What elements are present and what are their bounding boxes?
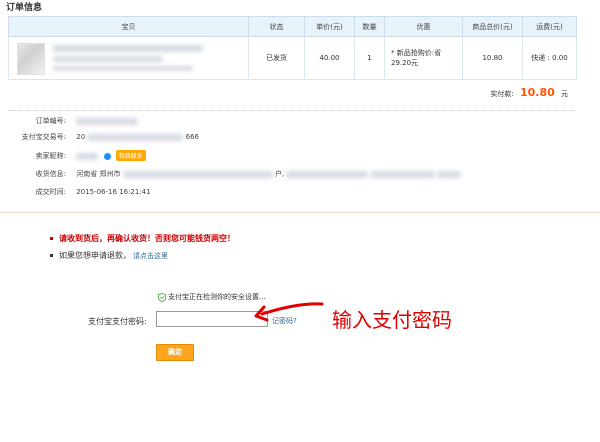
warning-text: 请收到货后，再确认收货！否则您可能钱货两空！ bbox=[59, 234, 235, 243]
col-header-status: 状态 bbox=[248, 16, 305, 37]
order-info: 订单编号: 支付宝交易号: 20 666 卖家昵称: 和我联系 收货信息: 河南… bbox=[8, 110, 576, 196]
shield-icon bbox=[158, 292, 166, 302]
col-header-shipping: 运费(元) bbox=[522, 16, 577, 37]
shipping-cell: 快递 : 0.00 bbox=[522, 36, 577, 80]
refund-link[interactable]: 请点击这里 bbox=[133, 252, 168, 260]
bullet-icon bbox=[50, 237, 53, 240]
alipay-number-row: 支付宝交易号: 20 666 bbox=[8, 132, 199, 142]
table-row: 已发货 40.00 1 * 新品抢购价:省 29.20元 10.80 快递 : … bbox=[8, 36, 577, 80]
col-header-item: 宝贝 bbox=[8, 16, 249, 37]
blurred-alipay-number bbox=[87, 133, 184, 141]
seller-label: 卖家昵称: bbox=[35, 152, 66, 160]
col-header-promo: 优惠 bbox=[384, 16, 463, 37]
password-label: 支付宝支付密码: bbox=[88, 317, 147, 326]
warning-message: 请收到货后，再确认收货！否则您可能钱货两空！ bbox=[50, 233, 235, 244]
security-check: 支付宝正在检测你的安全设置... bbox=[158, 292, 266, 302]
chat-icon[interactable] bbox=[104, 152, 112, 160]
paid-summary: 实付款: 10.80 元 bbox=[490, 86, 568, 99]
order-table: 宝贝 状态 单价(元) 数量 优惠 商品总价(元) 运费(元) 已发货 40.0… bbox=[8, 16, 577, 80]
promo-line-2: 29.20元 bbox=[391, 59, 419, 67]
table-header-row: 宝贝 状态 单价(元) 数量 优惠 商品总价(元) 运费(元) bbox=[8, 16, 577, 37]
blurred-product-spec bbox=[53, 66, 193, 71]
col-header-unit-price: 单价(元) bbox=[304, 16, 355, 37]
quantity-cell: 1 bbox=[354, 36, 385, 80]
seller-row: 卖家昵称: 和我联系 bbox=[8, 150, 146, 161]
confirm-button[interactable]: 确定 bbox=[156, 344, 194, 361]
col-header-total: 商品总价(元) bbox=[462, 16, 523, 37]
deal-time-label: 成交时间: bbox=[35, 188, 66, 196]
refund-notice: 如果您想申请退款， 请点击这里 bbox=[50, 250, 168, 261]
product-cell bbox=[8, 36, 249, 80]
blurred-name bbox=[286, 170, 369, 178]
blurred-order-number bbox=[76, 117, 139, 125]
blurred-product-title-2 bbox=[53, 56, 163, 62]
col-header-quantity: 数量 bbox=[354, 16, 385, 37]
alipay-number-suffix: 666 bbox=[185, 133, 199, 141]
section-divider bbox=[0, 212, 600, 213]
blurred-product-title[interactable] bbox=[53, 45, 203, 52]
status-cell: 已发货 bbox=[248, 36, 305, 80]
bullet-icon bbox=[50, 254, 53, 257]
deal-time-row: 成交时间: 2015-06-16 16:21:41 bbox=[8, 187, 151, 197]
address-city: 郑州市 bbox=[99, 170, 121, 178]
refund-text: 如果您想申请退款， bbox=[59, 251, 131, 260]
alipay-number-prefix: 20 bbox=[76, 133, 86, 141]
section-title: 订单信息 bbox=[6, 3, 43, 13]
paid-unit: 元 bbox=[561, 90, 568, 98]
product-thumbnail[interactable] bbox=[17, 43, 45, 75]
address-mid: 户, bbox=[274, 170, 285, 178]
order-number-label: 订单编号: bbox=[35, 117, 66, 125]
address-row: 收货信息: 河南省 郑州市 户, bbox=[8, 169, 461, 179]
total-cell: 10.80 bbox=[462, 36, 523, 80]
order-number-row: 订单编号: bbox=[8, 116, 139, 126]
blurred-zip bbox=[436, 170, 461, 178]
blurred-phone bbox=[370, 170, 435, 178]
blurred-seller-name[interactable] bbox=[76, 152, 99, 160]
blurred-address bbox=[122, 170, 273, 178]
promo-line-1: * 新品抢购价:省 bbox=[391, 49, 442, 57]
paid-label: 实付款: bbox=[490, 90, 514, 98]
alipay-number-label: 支付宝交易号: bbox=[21, 133, 66, 141]
annotation-arrow-icon bbox=[254, 302, 324, 322]
address-label: 收货信息: bbox=[35, 170, 66, 178]
address-province: 河南省 bbox=[76, 170, 98, 178]
annotation-text: 输入支付密码 bbox=[332, 308, 452, 332]
deal-time-value: 2015-06-16 16:21:41 bbox=[76, 188, 151, 196]
promo-cell: * 新品抢购价:省 29.20元 bbox=[384, 36, 463, 80]
contact-seller-button[interactable]: 和我联系 bbox=[115, 150, 146, 161]
paid-amount: 10.80 bbox=[519, 86, 555, 99]
unit-price-cell: 40.00 bbox=[304, 36, 355, 80]
